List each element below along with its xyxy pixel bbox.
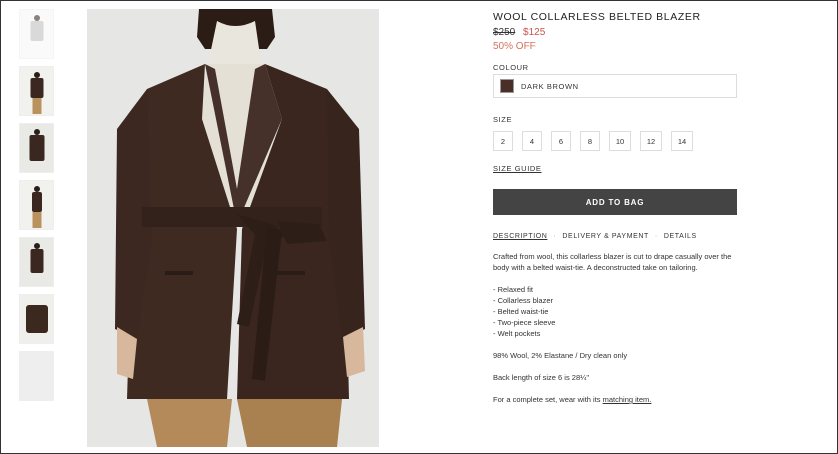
thumbnail-6[interactable] [19, 294, 54, 344]
thumbnail-4[interactable] [19, 180, 54, 230]
add-to-bag-button[interactable]: ADD TO BAG [493, 189, 737, 215]
size-options: 2 4 6 8 10 12 14 [493, 131, 693, 151]
tab-details[interactable]: DETAILS [664, 233, 697, 240]
back-length-text: Back length of size 6 is 28¼" [493, 373, 590, 382]
size-option-6[interactable]: 6 [551, 131, 571, 151]
composition-text: 98% Wool, 2% Elastane / Dry clean only [493, 351, 628, 360]
thumbnail-strip [19, 9, 54, 408]
feature-item: - Two-piece sleeve [493, 318, 556, 327]
product-photo-illustration [87, 9, 379, 447]
tab-description[interactable]: DESCRIPTION [493, 233, 547, 240]
thumbnail-3[interactable] [19, 123, 54, 173]
colour-selector[interactable]: DARK BROWN [493, 74, 737, 98]
feature-item: - Belted waist-tie [493, 307, 549, 316]
size-option-2[interactable]: 2 [493, 131, 513, 151]
thumbnail-1[interactable] [19, 9, 54, 59]
size-label: SIZE [493, 115, 513, 124]
original-price: $250 [493, 27, 516, 38]
size-guide-link[interactable]: SIZE GUIDE [493, 164, 542, 173]
description-text: Crafted from wool, this collarless blaze… [493, 251, 733, 416]
feature-item: - Welt pockets [493, 329, 541, 338]
thumbnail-7[interactable] [19, 351, 54, 401]
colour-name: DARK BROWN [521, 81, 579, 91]
price-row: $250 $125 [493, 27, 738, 38]
product-info-panel: WOOL COLLARLESS BELTED BLAZER $250 $125 … [493, 11, 738, 404]
tab-delivery-payment[interactable]: DELIVERY & PAYMENT [562, 233, 649, 240]
feature-item: - Relaxed fit [493, 285, 534, 294]
info-tabs: DESCRIPTION · DELIVERY & PAYMENT · DETAI… [493, 233, 697, 240]
product-title: WOOL COLLARLESS BELTED BLAZER [493, 11, 701, 23]
feature-item: - Collarless blazer [493, 296, 554, 305]
discount-label: 50% OFF [493, 41, 536, 52]
sale-price: $125 [523, 27, 546, 38]
size-option-4[interactable]: 4 [522, 131, 542, 151]
thumbnail-2[interactable] [19, 66, 54, 116]
matching-item-link[interactable]: matching item. [603, 395, 652, 404]
size-option-10[interactable]: 10 [609, 131, 631, 151]
main-product-image[interactable] [87, 9, 379, 447]
complete-set-prefix: For a complete set, wear with its [493, 395, 603, 404]
colour-label: COLOUR [493, 63, 529, 72]
feature-list: - Relaxed fit - Collarless blazer - Belt… [493, 284, 733, 339]
complete-set-text: For a complete set, wear with its matchi… [493, 394, 733, 405]
description-intro: Crafted from wool, this collarless blaze… [493, 252, 732, 272]
size-option-8[interactable]: 8 [580, 131, 600, 151]
size-option-14[interactable]: 14 [671, 131, 693, 151]
colour-swatch[interactable] [500, 79, 514, 93]
size-option-12[interactable]: 12 [640, 131, 662, 151]
thumbnail-5[interactable] [19, 237, 54, 287]
